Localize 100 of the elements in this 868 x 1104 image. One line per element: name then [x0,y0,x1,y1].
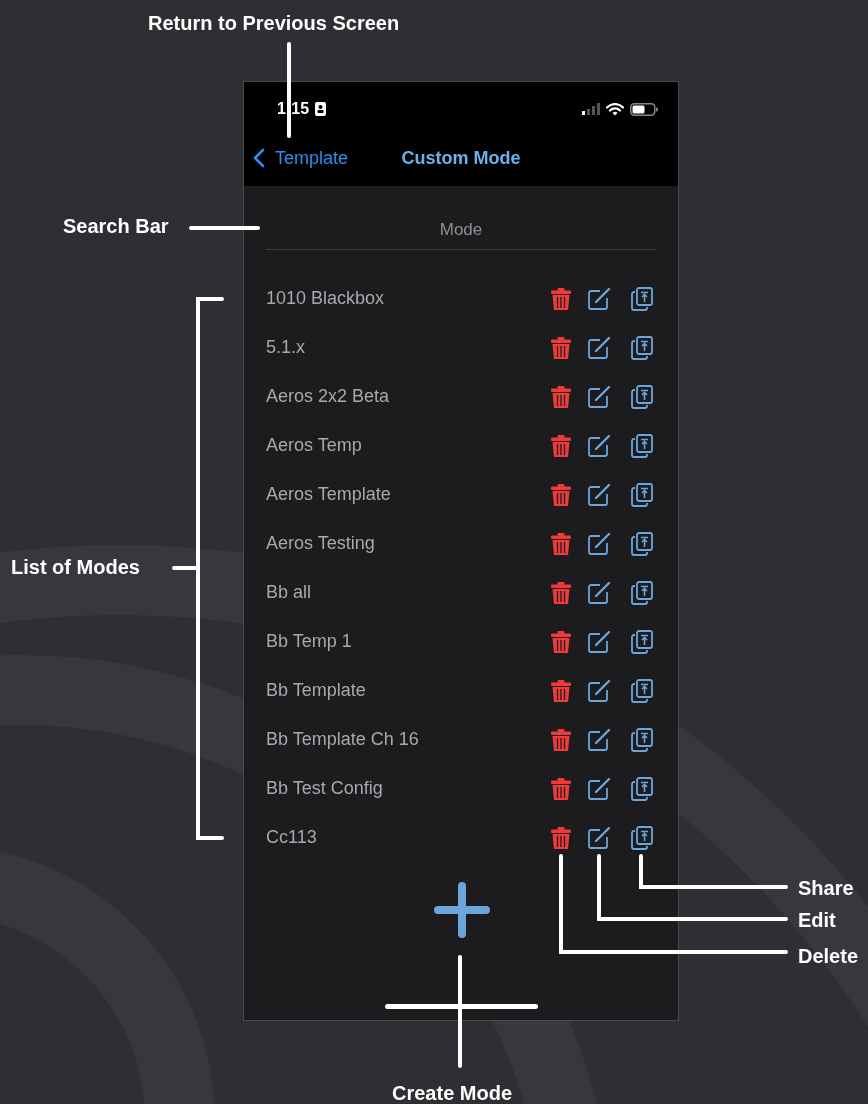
battery-icon [630,102,658,116]
annotation-label: Create Mode [392,1081,513,1104]
edit-button[interactable] [587,384,611,409]
trash-icon [549,727,573,752]
share-button[interactable] [629,433,653,458]
delete-button[interactable] [549,776,573,801]
delete-button[interactable] [549,433,573,458]
share-button[interactable] [629,825,653,850]
mode-name[interactable]: Bb all [266,582,549,603]
trash-icon [549,433,573,458]
annotation-label: Search Bar [63,214,169,238]
delete-button[interactable] [549,286,573,311]
edit-button[interactable] [587,776,611,801]
delete-button[interactable] [549,482,573,507]
share-button[interactable] [629,482,653,507]
trash-icon [549,825,573,850]
mode-name[interactable]: Aeros 2x2 Beta [266,386,549,407]
trash-icon [549,678,573,703]
stacked-pages-icon [629,286,653,311]
contact-card-icon [315,102,327,116]
delete-button[interactable] [549,678,573,703]
share-button[interactable] [629,286,653,311]
stacked-pages-icon [629,727,653,752]
pencil-square-icon [587,286,611,311]
share-button[interactable] [629,727,653,752]
pencil-square-icon [587,531,611,556]
annotation-label: Delete [798,944,859,968]
share-button[interactable] [629,678,653,703]
pencil-square-icon [587,335,611,360]
search-field[interactable]: Mode [266,220,656,249]
pencil-square-icon [587,727,611,752]
edit-button[interactable] [587,678,611,703]
chevron-left-icon [253,148,265,168]
stacked-pages-icon [629,335,653,360]
pencil-square-icon [587,629,611,654]
mode-name[interactable]: Bb Template Ch 16 [266,729,549,750]
annotation-label: Share [798,876,854,900]
edit-button[interactable] [587,629,611,654]
stacked-pages-icon [629,482,653,507]
stacked-pages-icon [629,776,653,801]
mode-name[interactable]: Bb Temp 1 [266,631,549,652]
pencil-square-icon [587,580,611,605]
edit-button[interactable] [587,335,611,360]
trash-icon [549,580,573,605]
trash-icon [549,776,573,801]
delete-button[interactable] [549,384,573,409]
edit-button[interactable] [587,825,611,850]
mode-name[interactable]: Aeros Temp [266,435,549,456]
annotation-label: Return to Previous Screen [148,11,400,35]
stacked-pages-icon [629,531,653,556]
mode-name[interactable]: Cc113 [266,827,549,848]
delete-button[interactable] [549,727,573,752]
pencil-square-icon [587,776,611,801]
mode-name[interactable]: 1010 Blackbox [266,288,549,309]
mode-name[interactable]: Bb Template [266,680,549,701]
wifi-icon [606,102,624,116]
delete-button[interactable] [549,531,573,556]
share-button[interactable] [629,629,653,654]
delete-button[interactable] [549,825,573,850]
edit-button[interactable] [587,580,611,605]
screen-title: Custom Mode [401,147,521,169]
stacked-pages-icon [629,629,653,654]
add-button[interactable] [434,882,490,938]
delete-button[interactable] [549,629,573,654]
plus-icon [434,882,490,938]
back-button[interactable]: Template [244,147,349,169]
pencil-square-icon [587,678,611,703]
mode-name[interactable]: Bb Test Config [266,778,549,799]
edit-button[interactable] [587,531,611,556]
signal-icon [582,103,600,115]
pencil-square-icon [587,482,611,507]
share-button[interactable] [629,580,653,605]
share-button[interactable] [629,776,653,801]
leader-line [189,226,260,230]
delete-button[interactable] [549,580,573,605]
edit-button[interactable] [587,433,611,458]
trash-icon [549,482,573,507]
trash-icon [549,384,573,409]
edit-button[interactable] [587,286,611,311]
edit-button[interactable] [587,727,611,752]
pencil-square-icon [587,384,611,409]
mode-name[interactable]: 5.1.x [266,337,549,358]
trash-icon [549,629,573,654]
annotation-label: Edit [798,908,836,932]
stacked-pages-icon [629,678,653,703]
pencil-square-icon [587,433,611,458]
share-button[interactable] [629,335,653,360]
mode-name[interactable]: Aeros Testing [266,533,549,554]
edit-button[interactable] [587,482,611,507]
mode-name[interactable]: Aeros Template [266,484,549,505]
annotation-label: List of Modes [11,555,140,579]
share-button[interactable] [629,531,653,556]
trash-icon [549,531,573,556]
delete-button[interactable] [549,335,573,360]
trash-icon [549,286,573,311]
stacked-pages-icon [629,384,653,409]
stacked-pages-icon [629,825,653,850]
share-button[interactable] [629,384,653,409]
stacked-pages-icon [629,580,653,605]
pencil-square-icon [587,825,611,850]
